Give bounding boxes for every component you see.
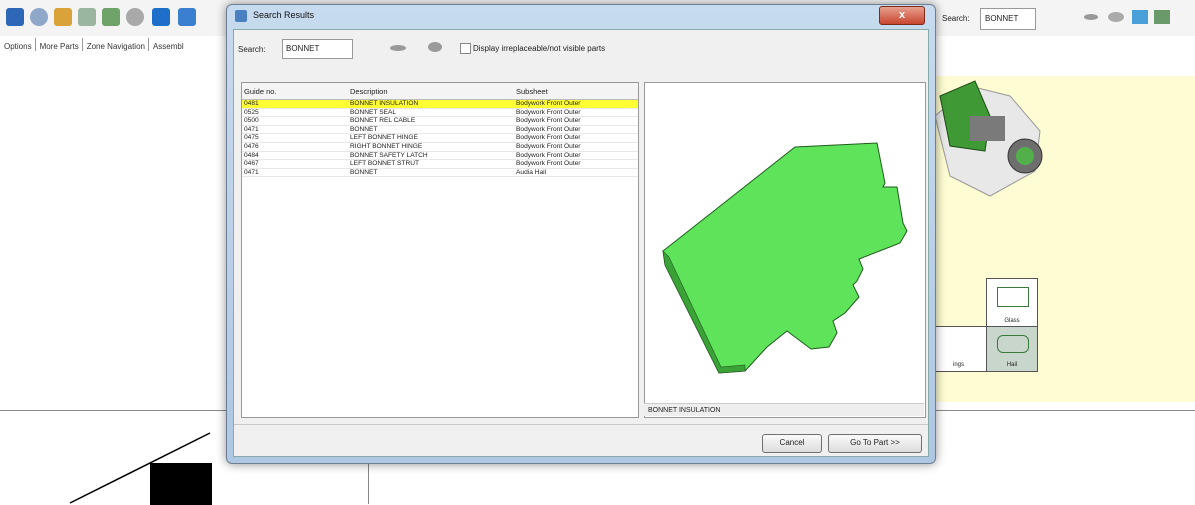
- dialog-title: Search Results: [253, 10, 315, 20]
- cell-guide-no: 0481: [244, 100, 259, 107]
- cell-subsheet: Bodywork Front Outer: [516, 142, 581, 150]
- header-subsheet[interactable]: Subsheet: [516, 87, 636, 96]
- dialog-titlebar[interactable]: Search Results x: [227, 5, 935, 27]
- table-row[interactable]: 0475 LEFT BONNET HINGE Bodywork Front Oute…: [242, 134, 638, 143]
- cell-description: BONNET SEAL: [350, 108, 397, 116]
- menu-zone-navigation[interactable]: Zone Navigation: [83, 38, 149, 51]
- menu-more-parts[interactable]: More Parts: [36, 38, 83, 51]
- dialog-app-icon: [235, 10, 247, 22]
- search-results-dialog: Search Results x Search: BONNET Display …: [226, 4, 936, 464]
- dialog-body: Search: BONNET Display irreplaceable/not…: [233, 29, 929, 457]
- zone-navigation-pane: Glass ings Hail: [930, 76, 1195, 402]
- picture-icon[interactable]: [1154, 10, 1170, 24]
- irreplaceable-checkbox[interactable]: [460, 43, 471, 54]
- table-row[interactable]: 0476 RIGHT BONNET HINGE Bodywork Front Out…: [242, 143, 638, 152]
- cube-blue-icon[interactable]: [178, 8, 196, 26]
- cell-description: LEFT BONNET HINGE: [350, 134, 418, 142]
- cell-guide-no: 0525: [244, 108, 259, 116]
- close-icon: x: [898, 9, 906, 21]
- table-row[interactable]: 0481 BONNET INSULATION Bodywork Front Oute…: [242, 100, 638, 109]
- cell-guide-no: 0467: [244, 160, 259, 168]
- menu-options[interactable]: Options: [0, 38, 36, 51]
- cube-icon[interactable]: [152, 8, 170, 26]
- pencil-icon[interactable]: [102, 8, 120, 26]
- glass-icon: [997, 287, 1029, 307]
- zone-tile-glass[interactable]: Glass: [986, 278, 1038, 328]
- table-row[interactable]: 0471 BONNET Bodywork Front Outer: [242, 126, 638, 135]
- cell-subsheet: Audia Hail: [516, 168, 547, 176]
- search-input[interactable]: BONNET: [282, 39, 353, 59]
- footer-divider: [234, 424, 928, 425]
- results-table: Guide no. Description Subsheet 0481 BONNE…: [241, 82, 639, 418]
- cell-description: BONNET: [350, 125, 378, 133]
- go-to-part-button[interactable]: Go To Part >>: [828, 434, 922, 453]
- cell-description: RIGHT BONNET HINGE: [350, 142, 423, 150]
- tree-icon[interactable]: [54, 8, 72, 26]
- part-preview: [644, 82, 926, 418]
- save-icon[interactable]: [6, 8, 24, 26]
- app-search-label: Search:: [942, 14, 970, 23]
- cell-guide-no: 0471: [244, 168, 259, 176]
- table-row[interactable]: 0467 LEFT BONNET STRUT Bodywork Front Oute…: [242, 160, 638, 169]
- cell-subsheet: Bodywork Front Outer: [516, 117, 581, 125]
- menu-assemblies[interactable]: Assembl: [149, 38, 187, 51]
- checkbox-label: Display irreplaceable/not visible parts: [473, 44, 606, 53]
- hide-parts-icon[interactable]: [428, 42, 442, 52]
- app-menubar: Options More Parts Zone Navigation Assembl: [0, 38, 230, 58]
- hide-icon[interactable]: [1108, 12, 1124, 22]
- cancel-button[interactable]: Cancel: [762, 434, 822, 453]
- cell-subsheet: Bodywork Front Outer: [516, 125, 581, 133]
- eye-icon[interactable]: [126, 8, 144, 26]
- part-diagram: [69, 432, 212, 505]
- cell-subsheet: Bodywork Front Outer: [516, 134, 581, 142]
- show-icon[interactable]: [1084, 14, 1098, 20]
- cell-guide-no: 0500: [244, 117, 259, 125]
- zone-tile-fittings[interactable]: ings: [930, 326, 987, 372]
- car-model-image: [934, 80, 1043, 197]
- cell-subsheet: Bodywork Front Outer: [516, 100, 581, 107]
- window-icon[interactable]: [1132, 10, 1148, 24]
- table-row[interactable]: 0471 BONNET Audia Hail: [242, 169, 638, 178]
- left-pane: [0, 60, 230, 408]
- cell-description: BONNET: [350, 168, 378, 176]
- cell-guide-no: 0475: [244, 134, 259, 142]
- cell-guide-no: 0476: [244, 142, 259, 150]
- bonnet-insulation-image: [662, 142, 908, 374]
- globe-icon[interactable]: [30, 8, 48, 26]
- table-row[interactable]: 0484 BONNET SAFETY LATCH Bodywork Front Ou…: [242, 152, 638, 161]
- zone-tile-hail[interactable]: Hail: [986, 326, 1038, 372]
- cell-guide-no: 0471: [244, 125, 259, 133]
- cell-subsheet: Bodywork Front Outer: [516, 108, 581, 116]
- cell-description: BONNET SAFETY LATCH: [350, 151, 428, 159]
- table-body: 0481 BONNET INSULATION Bodywork Front Oute…: [242, 100, 638, 178]
- cell-subsheet: Bodywork Front Outer: [516, 151, 581, 159]
- preview-caption: BONNET INSULATION: [644, 403, 924, 416]
- app-search-bar: Search: BONNET: [938, 4, 1195, 34]
- close-button[interactable]: x: [879, 6, 925, 25]
- cell-description: BONNET INSULATION: [350, 100, 419, 107]
- cell-guide-no: 0484: [244, 151, 259, 159]
- cell-subsheet: Bodywork Front Outer: [516, 160, 581, 168]
- header-description[interactable]: Description: [350, 87, 516, 96]
- header-guide-no[interactable]: Guide no.: [244, 87, 344, 96]
- app-search-input[interactable]: BONNET: [980, 8, 1036, 30]
- show-parts-icon[interactable]: [390, 45, 406, 51]
- table-header: Guide no. Description Subsheet: [242, 83, 638, 100]
- document-icon[interactable]: [78, 8, 96, 26]
- table-row[interactable]: 0500 BONNET REL CABLE Bodywork Front Outer: [242, 117, 638, 126]
- cell-description: LEFT BONNET STRUT: [350, 160, 419, 168]
- cell-description: BONNET REL CABLE: [350, 117, 416, 125]
- bonnet-part-shape[interactable]: [662, 142, 908, 374]
- table-row[interactable]: 0525 BONNET SEAL Bodywork Front Outer: [242, 109, 638, 118]
- hail-icon: [997, 335, 1029, 353]
- search-label: Search:: [238, 45, 266, 54]
